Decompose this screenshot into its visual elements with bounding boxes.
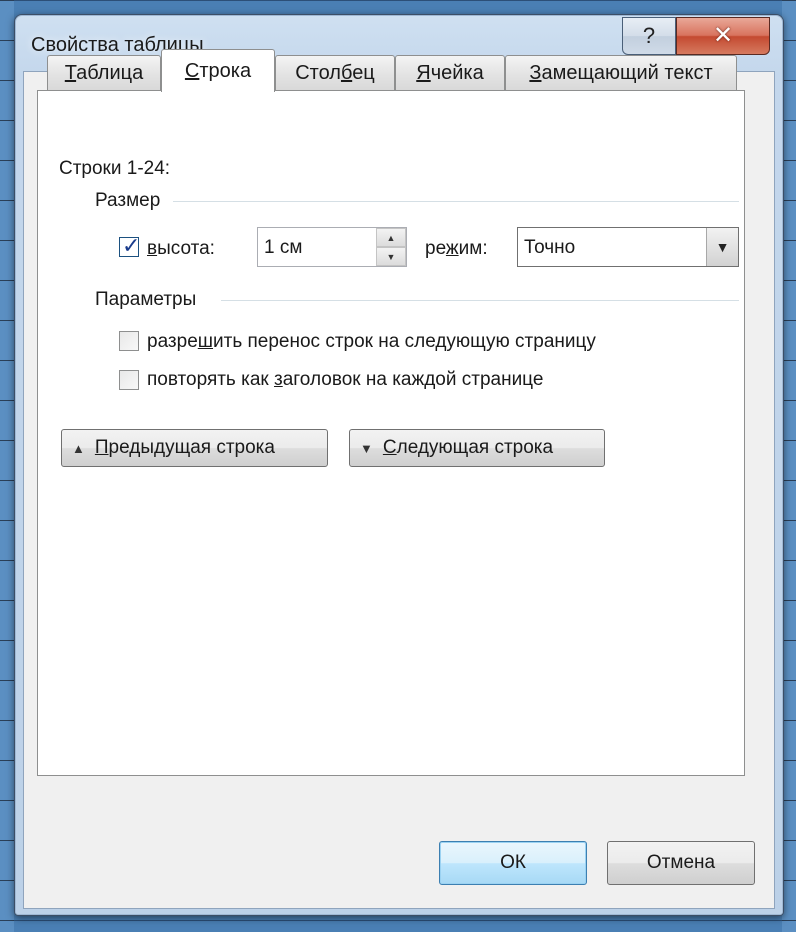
chevron-down-icon: ▼ <box>715 239 730 255</box>
triangle-down-icon: ▼ <box>360 440 373 456</box>
spin-buttons: ▲ ▼ <box>376 228 406 266</box>
spin-up-button[interactable]: ▲ <box>376 228 406 247</box>
height-value: 1 см <box>264 237 303 258</box>
next-row-button[interactable]: ▼ Следующая строка <box>349 429 605 467</box>
tab-column[interactable]: Столбец <box>275 55 395 91</box>
repeat-header-label: повторять как заголовок на каждой страни… <box>147 369 544 390</box>
dropdown-arrow-button[interactable]: ▼ <box>706 228 738 266</box>
tab-label: Ячейка <box>416 62 484 84</box>
help-button[interactable]: ? <box>622 17 676 55</box>
height-spinbox[interactable]: 1 см ▲ ▼ <box>257 227 407 267</box>
mode-value: Точно <box>524 237 576 258</box>
tab-cell[interactable]: Ячейка <box>395 55 505 91</box>
background-table-right <box>782 0 796 932</box>
size-group-divider <box>173 201 739 202</box>
close-button[interactable]: ✕ <box>676 17 770 55</box>
allow-row-break-checkbox[interactable] <box>119 331 139 351</box>
mode-dropdown[interactable]: Точно ▼ <box>517 227 739 267</box>
checkmark-icon: ✓ <box>122 233 141 258</box>
background-table-left <box>0 0 14 932</box>
params-group-divider <box>221 300 739 301</box>
tab-alt-text[interactable]: Замещающий текст <box>505 55 737 91</box>
size-group-title: Размер <box>95 190 161 211</box>
repeat-header-checkbox[interactable] <box>119 370 139 390</box>
triangle-up-icon: ▲ <box>72 440 85 456</box>
tab-row[interactable]: Строка <box>161 49 275 92</box>
tab-label: Столбец <box>295 62 375 84</box>
help-icon: ? <box>642 23 656 48</box>
cancel-button[interactable]: Отмена <box>607 841 755 885</box>
chevron-down-icon: ▼ <box>386 251 396 262</box>
previous-row-label: Предыдущая строка <box>94 437 275 458</box>
close-icon: ✕ <box>712 22 734 49</box>
params-group-title: Параметры <box>95 289 197 310</box>
height-checkbox[interactable]: ✓ <box>119 233 140 258</box>
ok-button[interactable]: ОК <box>439 841 587 885</box>
tab-label: Строка <box>184 59 252 82</box>
table-properties-dialog: Свойства таблицы ? ✕ Таблица Строка Стол… <box>14 14 784 916</box>
mode-label: режим: <box>425 238 488 259</box>
tab-label: Замещающий текст <box>529 62 713 84</box>
height-label: высота: <box>147 238 215 259</box>
allow-row-break-label: разрешить перенос строк на следующую стр… <box>147 331 596 352</box>
rows-range-label: Строки 1-24: <box>59 158 171 179</box>
chevron-up-icon: ▲ <box>386 232 396 243</box>
previous-row-button[interactable]: ▲ Предыдущая строка <box>61 429 328 467</box>
next-row-label: Следующая строка <box>382 437 554 458</box>
tab-table[interactable]: Таблица <box>47 55 161 91</box>
spin-down-button[interactable]: ▼ <box>376 247 406 266</box>
tab-label: Таблица <box>64 62 144 84</box>
